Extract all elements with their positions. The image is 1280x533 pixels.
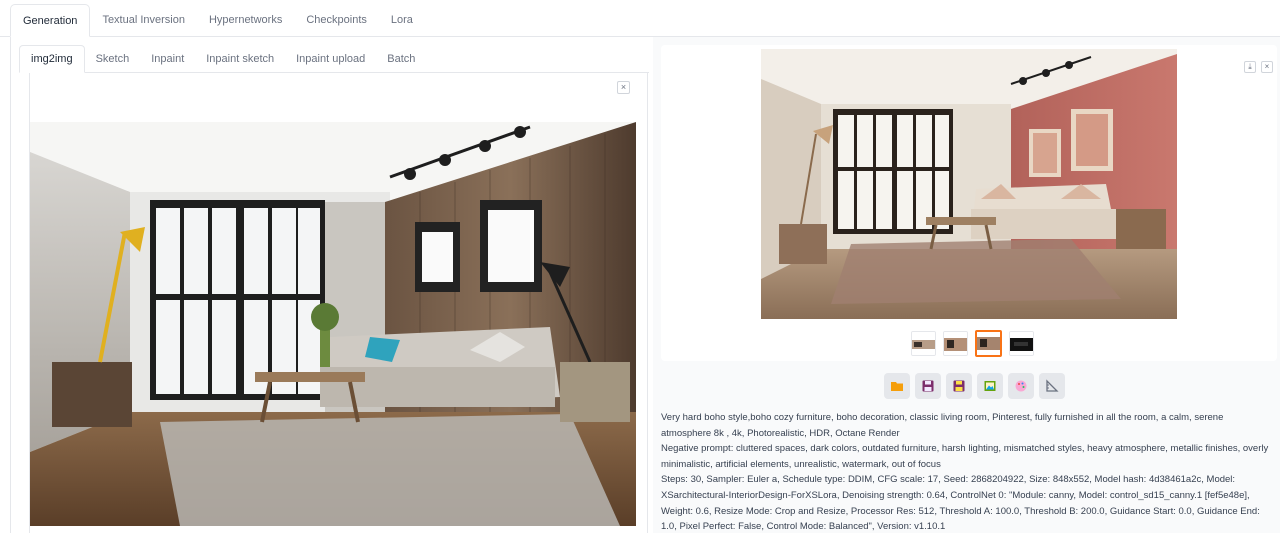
img2img-input-panel: img2img Sketch Inpaint Inpaint sketch In… <box>10 37 650 533</box>
close-icon[interactable]: × <box>617 81 630 94</box>
tab-img2img[interactable]: img2img <box>19 45 85 73</box>
send-to-inpaint-button[interactable] <box>1008 373 1034 399</box>
thumbnail-strip <box>911 330 1034 357</box>
thumbnail[interactable] <box>911 331 936 356</box>
zip-icon <box>953 380 965 392</box>
send-to-extras-button[interactable] <box>1039 373 1065 399</box>
output-toolbar <box>884 373 1065 399</box>
tab-inpaint[interactable]: Inpaint <box>140 46 195 71</box>
tab-inpaint-sketch[interactable]: Inpaint sketch <box>195 46 285 71</box>
save-button[interactable] <box>915 373 941 399</box>
close-icon[interactable]: × <box>1261 61 1273 73</box>
tab-sketch[interactable]: Sketch <box>85 46 141 71</box>
thumbnail[interactable] <box>943 331 968 356</box>
img2img-mode-tabs: img2img Sketch Inpaint Inpaint sketch In… <box>19 43 649 73</box>
tab-inpaint-upload[interactable]: Inpaint upload <box>285 46 376 71</box>
output-panel: ⤓ × Very hard boho style,boho cozy furni… <box>653 37 1280 533</box>
thumbnail[interactable] <box>1009 331 1034 356</box>
palette-icon <box>1015 380 1027 392</box>
ruler-icon <box>1046 379 1059 392</box>
negative-prompt-text: Negative prompt: cluttered spaces, dark … <box>661 443 1269 470</box>
image-icon <box>984 381 996 391</box>
prompt-text: Very hard boho style,boho cozy furniture… <box>661 412 1224 439</box>
send-to-img2img-button[interactable] <box>977 373 1003 399</box>
output-image[interactable] <box>761 49 1177 319</box>
tab-hypernetworks[interactable]: Hypernetworks <box>197 6 294 34</box>
thumbnail-selected[interactable] <box>975 330 1002 357</box>
output-gallery: ⤓ × <box>661 45 1277 361</box>
tab-lora[interactable]: Lora <box>379 6 425 34</box>
tab-generation[interactable]: Generation <box>10 4 91 37</box>
top-tab-bar: Generation Textual Inversion Hypernetwor… <box>0 0 1280 37</box>
zip-button[interactable] <box>946 373 972 399</box>
tab-batch[interactable]: Batch <box>376 46 426 71</box>
generation-params-text: Steps: 30, Sampler: Euler a, Schedule ty… <box>661 474 1260 533</box>
download-icon[interactable]: ⤓ <box>1244 61 1256 73</box>
tab-checkpoints[interactable]: Checkpoints <box>294 6 379 34</box>
folder-icon <box>891 382 903 391</box>
input-image-area[interactable] <box>29 73 648 533</box>
input-image <box>30 122 636 526</box>
save-icon <box>922 380 934 392</box>
tab-textual-inversion[interactable]: Textual Inversion <box>90 6 197 34</box>
generation-info: Very hard boho style,boho cozy furniture… <box>661 410 1273 533</box>
open-folder-button[interactable] <box>884 373 910 399</box>
